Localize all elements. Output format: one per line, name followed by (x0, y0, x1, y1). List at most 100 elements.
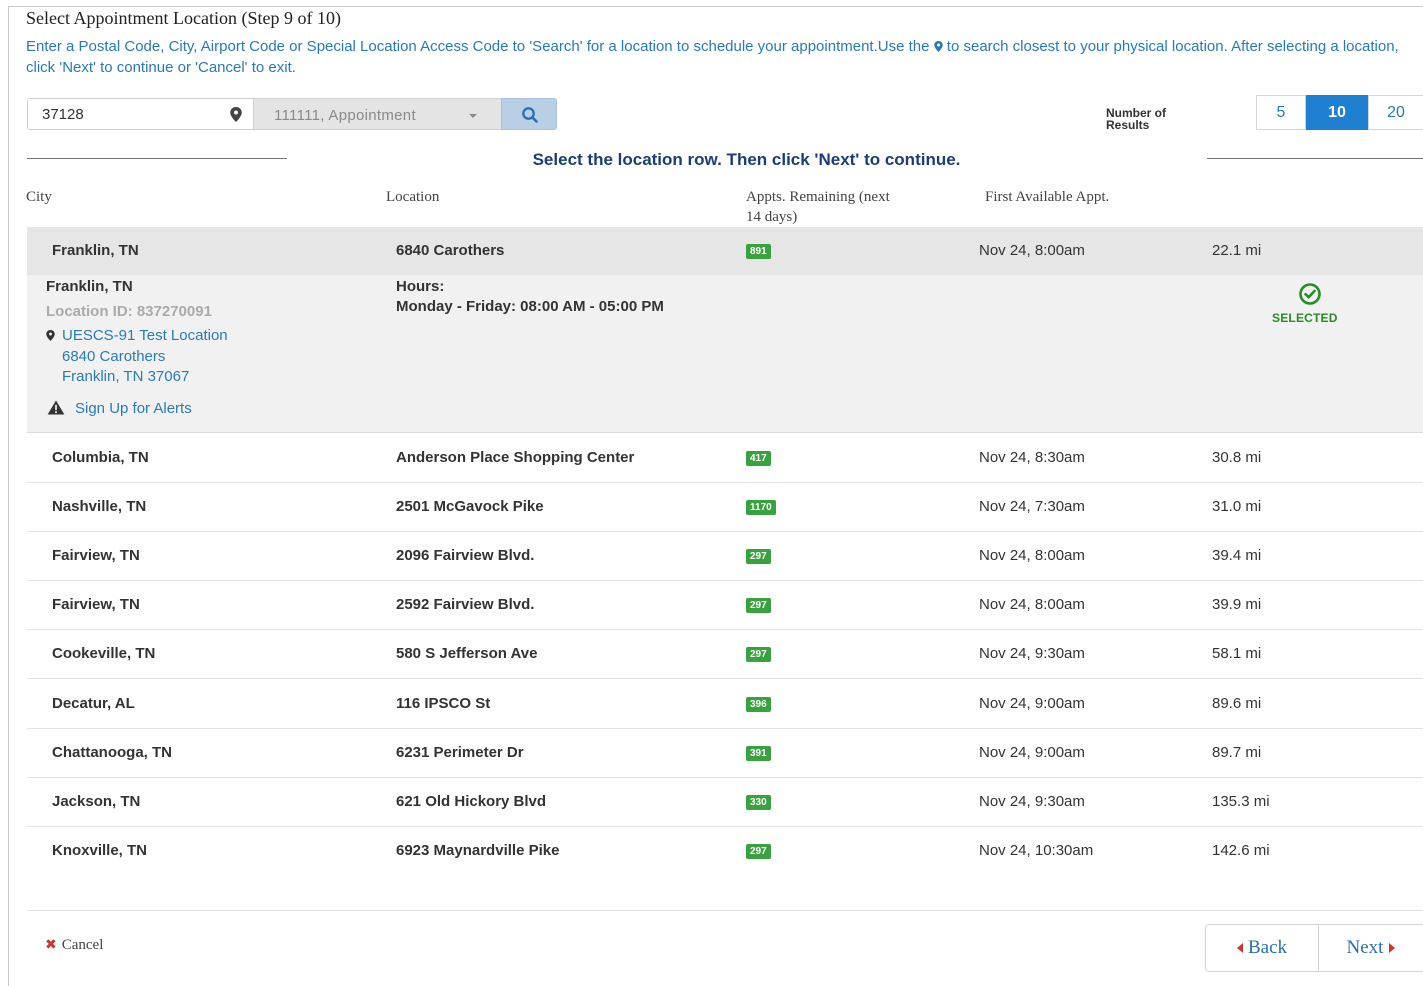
remaining-badge: 1170 (746, 500, 776, 515)
remaining-badge: 891 (746, 244, 771, 259)
row-distance: 39.9 mi (1212, 596, 1262, 613)
row-first-available: Nov 24, 9:30am (979, 645, 1085, 662)
row-first-available: Nov 24, 9:00am (979, 744, 1085, 761)
chevron-down-icon (469, 114, 477, 118)
hours-label: Hours: (396, 278, 445, 295)
remaining-badge: 297 (746, 844, 771, 859)
row-first-available: Nov 24, 8:00am (979, 596, 1085, 613)
close-icon: ✖ (45, 937, 57, 953)
table-row[interactable]: Knoxville, TN 6923 Maynardville Pike 297… (27, 827, 1423, 876)
search-button[interactable] (501, 98, 557, 130)
table-row[interactable]: Decatur, AL 116 IPSCO St 396 Nov 24, 9:0… (27, 680, 1423, 729)
table-row[interactable]: Jackson, TN 621 Old Hickory Blvd 330 Nov… (27, 778, 1423, 827)
table-row[interactable]: Chattanooga, TN 6231 Perimeter Dr 391 No… (27, 729, 1423, 778)
row-city: Nashville, TN (52, 498, 147, 515)
remaining-badge: 417 (746, 451, 771, 466)
row-location: Anderson Place Shopping Center (396, 449, 635, 466)
row-first-available: Nov 24, 8:30am (979, 449, 1085, 466)
cancel-label: Cancel (61, 937, 104, 953)
row-city: Jackson, TN (52, 793, 141, 810)
row-location: 6923 Maynardville Pike (396, 842, 560, 859)
map-pin-icon[interactable] (230, 107, 242, 122)
detail-address[interactable]: UESCS-91 Test Location 6840 Carothers Fr… (46, 326, 228, 388)
row-city: Cookeville, TN (52, 645, 156, 662)
access-code-select[interactable]: 111111, Appointment (254, 98, 501, 130)
detail-location-id: Location ID: 837270091 (46, 303, 212, 320)
row-distance: 89.6 mi (1212, 695, 1262, 712)
instructions: Enter a Postal Code, City, Airport Code … (26, 36, 1411, 78)
caret-right-icon (1389, 943, 1396, 953)
row-distance: 135.3 mi (1212, 793, 1270, 810)
detail-city-zip[interactable]: Franklin, TN 37067 (46, 367, 228, 388)
table-row[interactable]: Nashville, TN 2501 McGavock Pike 1170 No… (27, 483, 1423, 532)
row-location: 6840 Carothers (396, 242, 505, 259)
row-first-available: Nov 24, 7:30am (979, 498, 1085, 515)
row-city: Franklin, TN (52, 242, 139, 259)
results-count-label: Number of Results (1106, 107, 1166, 131)
row-city: Fairview, TN (52, 596, 140, 613)
remaining-badge: 330 (746, 795, 771, 810)
remaining-badge: 297 (746, 647, 771, 662)
remaining-badge: 396 (746, 697, 771, 712)
table-row[interactable]: Cookeville, TN 580 S Jefferson Ave 297 N… (27, 630, 1423, 679)
row-city: Chattanooga, TN (52, 744, 172, 761)
back-label: Back (1247, 937, 1288, 958)
row-city: Decatur, AL (52, 695, 135, 712)
table-row[interactable]: Fairview, TN 2096 Fairview Blvd. 297 Nov… (27, 532, 1423, 581)
row-distance: 58.1 mi (1212, 645, 1262, 662)
row-location: 621 Old Hickory Blvd (396, 793, 547, 810)
row-location: 2096 Fairview Blvd. (396, 547, 535, 564)
column-header-remaining: Appts. Remaining (next 14 days) (746, 187, 890, 227)
selection-prompt: Select the location row. Then click 'Nex… (0, 150, 1423, 170)
table-row[interactable]: Fairview, TN 2592 Fairview Blvd. 297 Nov… (27, 581, 1423, 630)
detail-city: Franklin, TN (46, 278, 133, 295)
remaining-badge: 297 (746, 549, 771, 564)
results-10-button[interactable]: 10 (1306, 95, 1368, 130)
row-first-available: Nov 24, 8:00am (979, 242, 1085, 259)
column-header-city: City (26, 189, 52, 205)
check-circle-icon (1299, 283, 1321, 305)
results-20-button[interactable]: 20 (1368, 95, 1423, 130)
access-code-select-value: 111111, Appointment (274, 107, 416, 124)
search-input[interactable]: 37128 (27, 98, 254, 130)
selected-location-detail: Franklin, TN Location ID: 837270091 UESC… (27, 275, 1423, 433)
table-row-selected[interactable]: Franklin, TN 6840 Carothers 891 Nov 24, … (27, 227, 1423, 275)
row-city: Fairview, TN (52, 547, 140, 564)
row-location: 6231 Perimeter Dr (396, 744, 524, 761)
caret-left-icon (1236, 943, 1243, 953)
selected-status: SELECTED (1272, 311, 1338, 325)
map-pin-icon (933, 41, 943, 52)
row-distance: 89.7 mi (1212, 744, 1262, 761)
row-first-available: Nov 24, 10:30am (979, 842, 1094, 859)
column-header-remaining-line-2: 14 days) (746, 209, 798, 225)
next-label: Next (1346, 937, 1384, 958)
next-button[interactable]: Next (1318, 924, 1423, 972)
instructions-part-1: Enter a Postal Code, City, Airport Code … (26, 38, 930, 55)
row-distance: 22.1 mi (1212, 242, 1262, 259)
row-distance: 142.6 mi (1212, 842, 1270, 859)
remaining-badge: 391 (746, 746, 771, 761)
results-count-label-line-2: Results (1106, 118, 1150, 132)
row-distance: 31.0 mi (1212, 498, 1262, 515)
row-city: Columbia, TN (52, 449, 149, 466)
column-header-remaining-line-1: Appts. Remaining (next (746, 189, 890, 205)
hours-value: Monday - Friday: 08:00 AM - 05:00 PM (396, 298, 664, 315)
sign-up-alerts-link[interactable]: Sign Up for Alerts (46, 400, 192, 417)
row-distance: 30.8 mi (1212, 449, 1262, 466)
detail-street[interactable]: 6840 Carothers (46, 347, 228, 368)
footer-divider (27, 910, 1423, 911)
cancel-button[interactable]: ✖ Cancel (45, 937, 103, 954)
row-first-available: Nov 24, 9:00am (979, 695, 1085, 712)
sign-up-alerts-text: Sign Up for Alerts (75, 400, 192, 417)
table-row[interactable]: Columbia, TN Anderson Place Shopping Cen… (27, 434, 1423, 483)
search-input-value: 37128 (42, 106, 84, 123)
results-5-button[interactable]: 5 (1256, 95, 1306, 130)
warning-icon (47, 400, 65, 415)
row-location: 580 S Jefferson Ave (396, 645, 538, 662)
back-button[interactable]: Back (1205, 924, 1319, 972)
column-header-first-available: First Available Appt. (985, 189, 1110, 205)
row-distance: 39.4 mi (1212, 547, 1262, 564)
column-header-location: Location (386, 189, 440, 205)
detail-site-name[interactable]: UESCS-91 Test Location (62, 327, 228, 344)
selection-prompt-text: Select the location row. Then click 'Nex… (532, 150, 961, 169)
